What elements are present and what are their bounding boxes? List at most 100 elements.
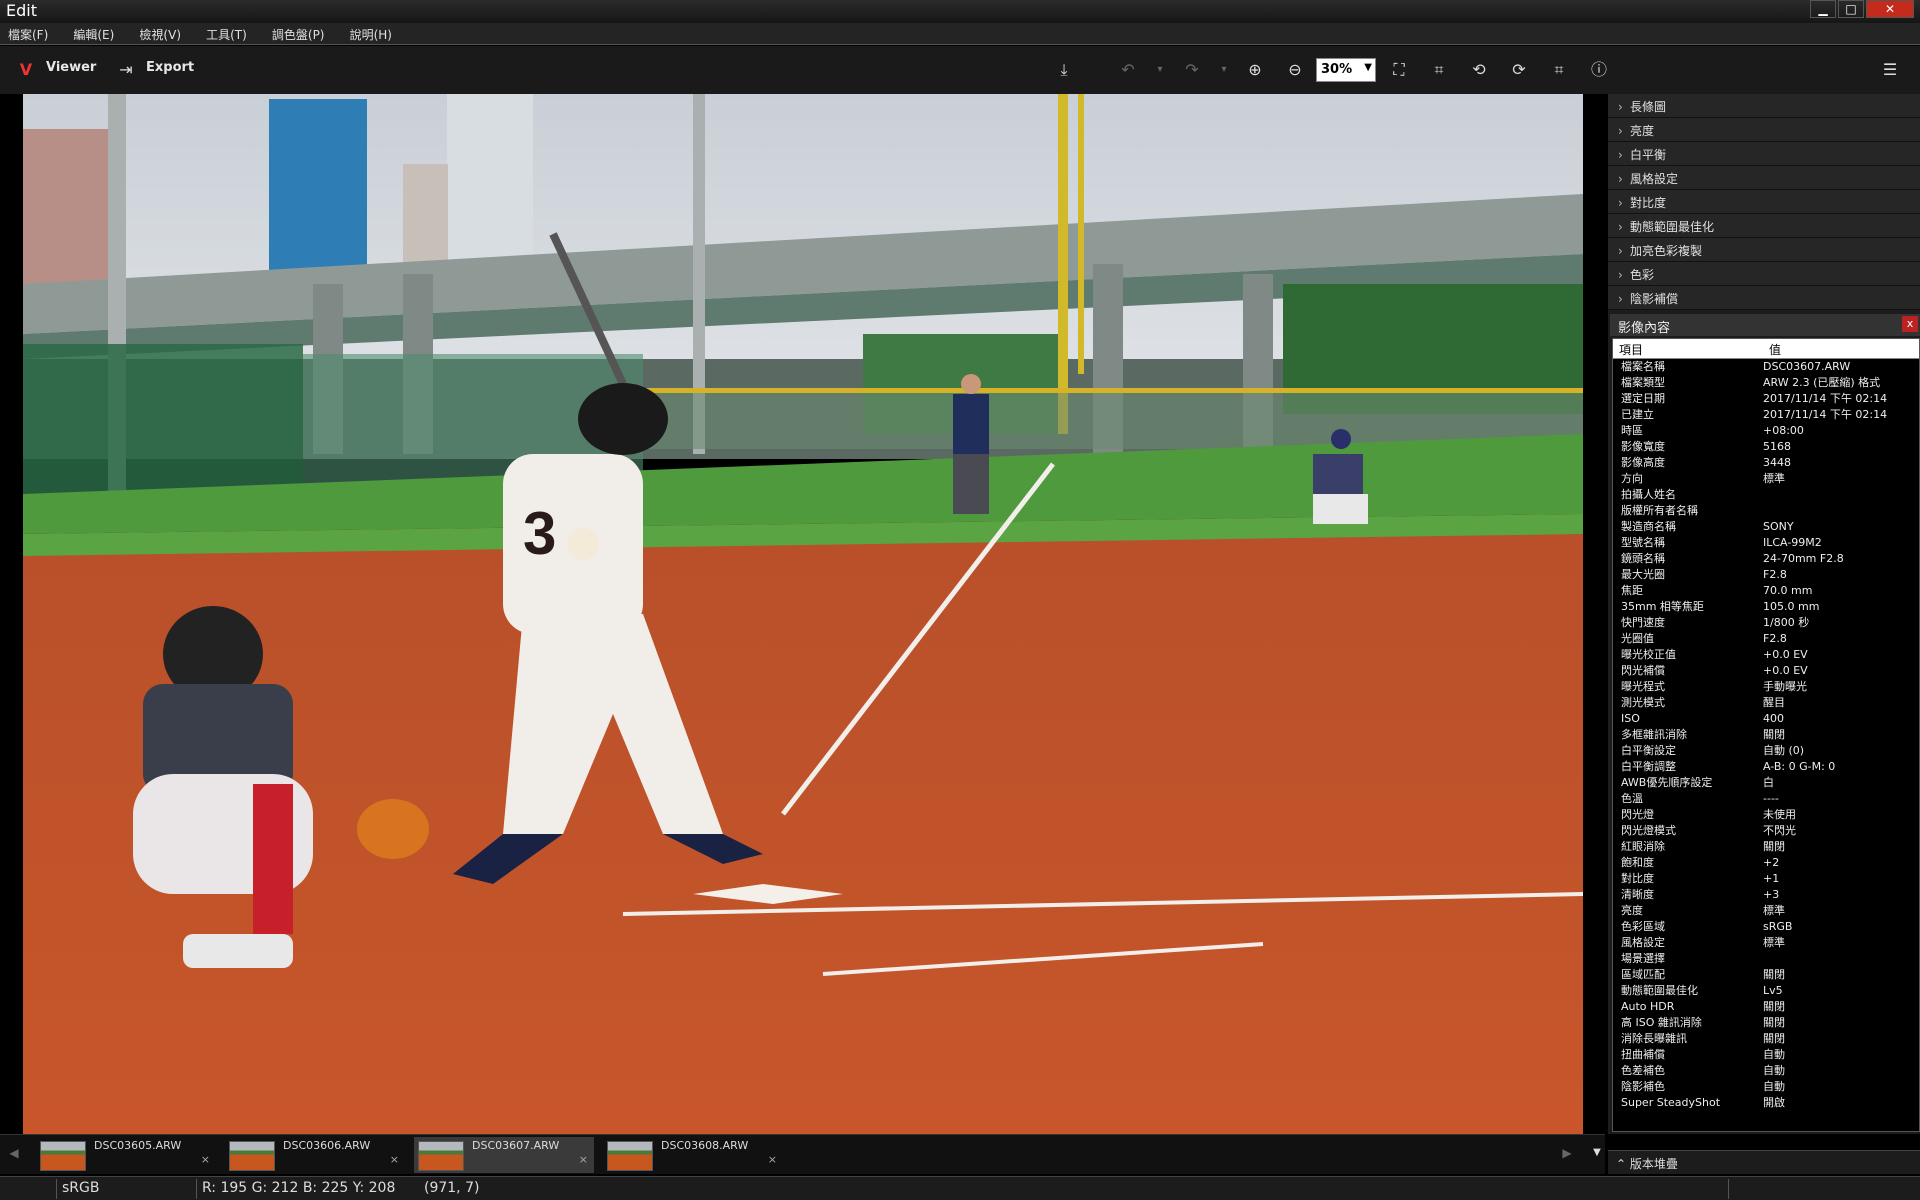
property-row[interactable]: 影像高度 3448 (1613, 455, 1919, 471)
property-row[interactable]: 已建立 2017/11/14 下午 02:14 (1613, 407, 1919, 423)
filmstrip-item[interactable]: DSC03608.ARW × (603, 1137, 783, 1173)
rotate-right-icon[interactable]: ⟳ (1507, 58, 1531, 82)
save-download-icon[interactable]: ⤓ (1052, 58, 1076, 82)
property-row[interactable]: 紅眼消除 關閉 (1613, 839, 1919, 855)
zoom-select[interactable]: 30% ▼ (1316, 58, 1376, 82)
close-icon[interactable]: × (579, 1153, 588, 1166)
close-icon[interactable]: × (390, 1153, 399, 1166)
property-row[interactable]: 版權所有者名稱 (1613, 503, 1919, 519)
filmstrip-item[interactable]: DSC03605.ARW × (36, 1137, 216, 1173)
menu-help[interactable]: 說明(H) (342, 23, 392, 43)
property-row[interactable]: 製造商名稱 SONY (1613, 519, 1919, 535)
column-item[interactable]: 項目 (1613, 339, 1763, 358)
property-row[interactable]: 亮度 標準 (1613, 903, 1919, 919)
close-icon[interactable]: x (1902, 316, 1918, 332)
property-row[interactable]: 風格設定 標準 (1613, 935, 1919, 951)
property-row[interactable]: 對比度 +1 (1613, 871, 1919, 887)
redo-dropdown-icon[interactable]: ▾ (1212, 58, 1236, 82)
property-row[interactable]: 選定日期 2017/11/14 下午 02:14 (1613, 391, 1919, 407)
undo-icon[interactable]: ↶ (1116, 58, 1140, 82)
property-row[interactable]: 拍攝人姓名 (1613, 487, 1919, 503)
property-row[interactable]: 白平衡設定 自動 (0) (1613, 743, 1919, 759)
property-row[interactable]: 消除長曝雜訊 關閉 (1613, 1031, 1919, 1047)
property-row[interactable]: 陰影補色 自動 (1613, 1079, 1919, 1095)
property-row[interactable]: 色差補色 自動 (1613, 1063, 1919, 1079)
property-row[interactable]: 光圈值 F2.8 (1613, 631, 1919, 647)
property-row[interactable]: 閃光燈 未使用 (1613, 807, 1919, 823)
version-stack-bar[interactable]: ⌃ 版本堆疊 (1608, 1150, 1920, 1174)
section-label: 白平衡 (1630, 148, 1667, 162)
zoom-in-icon[interactable]: ⊕ (1243, 58, 1267, 82)
property-row[interactable]: ISO 400 (1613, 711, 1919, 727)
crop-icon[interactable]: ⌗ (1547, 58, 1571, 82)
property-row[interactable]: 時區 +08:00 (1613, 423, 1919, 439)
rotate-left-icon[interactable]: ⟲ (1467, 58, 1491, 82)
close-window-button[interactable]: ✕ (1866, 0, 1914, 18)
property-row[interactable]: 白平衡調整 A-B: 0 G-M: 0 (1613, 759, 1919, 775)
settings-sliders-icon[interactable]: ☰ (1878, 58, 1902, 82)
property-row[interactable]: 35mm 相等焦距 105.0 mm (1613, 599, 1919, 615)
property-row[interactable]: 曝光校正值 +0.0 EV (1613, 647, 1919, 663)
property-row[interactable]: Auto HDR 關閉 (1613, 999, 1919, 1015)
image-canvas[interactable]: 3 (0, 94, 1605, 1134)
menu-file[interactable]: 檔案(F) (0, 23, 48, 43)
property-row[interactable]: 測光模式 醒目 (1613, 695, 1919, 711)
property-row[interactable]: AWB優先順序設定 白 (1613, 775, 1919, 791)
menu-palette[interactable]: 調色盤(P) (264, 23, 325, 43)
section-brightness[interactable]: › 亮度 (1608, 118, 1920, 142)
property-row[interactable]: 型號名稱 ILCA-99M2 (1613, 535, 1919, 551)
property-row[interactable]: 動態範圍最佳化 Lv5 (1613, 983, 1919, 999)
property-row[interactable]: 高 ISO 雜訊消除 關閉 (1613, 1015, 1919, 1031)
minimize-button[interactable]: ▁ (1810, 0, 1836, 18)
scroll-right-icon[interactable]: ▶ (1555, 1141, 1579, 1165)
redo-icon[interactable]: ↷ (1180, 58, 1204, 82)
property-row[interactable]: 曝光程式 手動曝光 (1613, 679, 1919, 695)
filmstrip-item-selected[interactable]: DSC03607.ARW × (414, 1137, 594, 1173)
section-color[interactable]: › 色彩 (1608, 262, 1920, 286)
property-row[interactable]: 方向 標準 (1613, 471, 1919, 487)
property-row[interactable]: Super SteadyShot 開啟 (1613, 1095, 1919, 1111)
property-row[interactable]: 場景選擇 (1613, 951, 1919, 967)
section-shadow-comp[interactable]: › 陰影補償 (1608, 286, 1920, 310)
property-row[interactable]: 最大光圈 F2.8 (1613, 567, 1919, 583)
fit-window-icon[interactable]: ⛶ (1387, 58, 1411, 82)
property-row[interactable]: 色彩區域 sRGB (1613, 919, 1919, 935)
property-row[interactable]: 快門速度 1/800 秒 (1613, 615, 1919, 631)
property-row[interactable]: 檔案類型 ARW 2.3 (已壓縮) 格式 (1613, 375, 1919, 391)
properties-table[interactable]: 項目 值 檔案名稱 DSC03607.ARW 檔案類型 ARW 2.3 (已壓縮) 格… (1612, 338, 1920, 1132)
property-row[interactable]: 焦距 70.0 mm (1613, 583, 1919, 599)
property-row[interactable]: 區域匹配 關閉 (1613, 967, 1919, 983)
actual-size-icon[interactable]: ⌗ (1427, 58, 1451, 82)
property-row[interactable]: 飽和度 +2 (1613, 855, 1919, 871)
property-row[interactable]: 閃光燈模式 不閃光 (1613, 823, 1919, 839)
close-icon[interactable]: × (201, 1153, 210, 1166)
property-row[interactable]: 多框雜訊消除 關閉 (1613, 727, 1919, 743)
menu-tools[interactable]: 工具(T) (198, 23, 247, 43)
property-row[interactable]: 扭曲補償 自動 (1613, 1047, 1919, 1063)
export-button[interactable]: Export (146, 60, 194, 75)
property-row[interactable]: 檔案名稱 DSC03607.ARW (1613, 359, 1919, 375)
section-dro[interactable]: › 動態範圍最佳化 (1608, 214, 1920, 238)
property-row[interactable]: 影像寬度 5168 (1613, 439, 1919, 455)
section-contrast[interactable]: › 對比度 (1608, 190, 1920, 214)
column-value[interactable]: 值 (1763, 339, 1787, 358)
close-icon[interactable]: × (768, 1153, 777, 1166)
section-histogram[interactable]: › 長條圖 (1608, 94, 1920, 118)
property-row[interactable]: 清晰度 +3 (1613, 887, 1919, 903)
scroll-left-icon[interactable]: ◀ (2, 1141, 26, 1165)
maximize-button[interactable]: □ (1838, 0, 1864, 18)
property-row[interactable]: 鏡頭名稱 24-70mm F2.8 (1613, 551, 1919, 567)
viewer-button[interactable]: Viewer (46, 60, 96, 75)
section-white-balance[interactable]: › 白平衡 (1608, 142, 1920, 166)
filmstrip-menu-icon[interactable]: ▼ (1585, 1141, 1609, 1165)
property-row[interactable]: 色溫 ---- (1613, 791, 1919, 807)
filmstrip-item[interactable]: DSC03606.ARW × (225, 1137, 405, 1173)
zoom-out-icon[interactable]: ⊖ (1283, 58, 1307, 82)
info-icon[interactable]: ⓘ (1587, 58, 1611, 82)
menu-view[interactable]: 檢視(V) (131, 23, 181, 43)
section-highlight-color[interactable]: › 加亮色彩複製 (1608, 238, 1920, 262)
property-row[interactable]: 閃光補償 +0.0 EV (1613, 663, 1919, 679)
menu-edit[interactable]: 編輯(E) (65, 23, 114, 43)
section-style[interactable]: › 風格設定 (1608, 166, 1920, 190)
undo-dropdown-icon[interactable]: ▾ (1148, 58, 1172, 82)
